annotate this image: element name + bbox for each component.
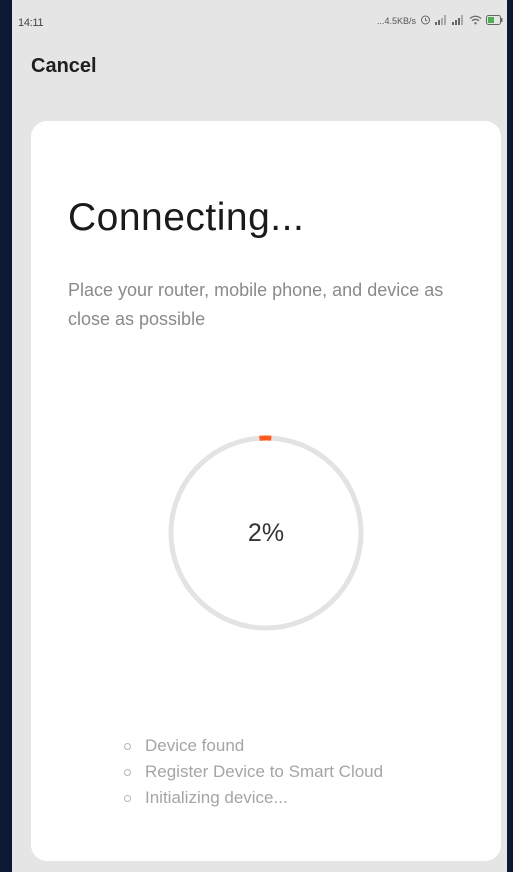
step-label: Register Device to Smart Cloud [145,762,384,781]
signal-icon [435,14,448,27]
status-icons: ...4.5KB/s [377,14,503,27]
step-label: Initializing device... [145,788,288,807]
connecting-card: Connecting... Place your router, mobile … [31,121,501,861]
cancel-button[interactable]: Cancel [31,55,97,78]
network-speed: ...4.5KB/s [376,15,416,26]
app-screen: 14:11 ...4.5KB/s Cancel Connecting... Pl… [12,0,507,872]
status-bar: 14:11 ...4.5KB/s [12,0,507,40]
list-item: Initializing device... [124,785,383,811]
step-bullet-icon [124,742,131,750]
list-item: Register Device to Smart Cloud [124,759,383,785]
step-label: Device found [145,736,245,755]
wifi-icon [469,15,482,27]
signal-icon [452,14,465,27]
step-bullet-icon [124,768,131,776]
instruction-text: Place your router, mobile phone, and dev… [68,280,444,329]
list-item: Device found [124,733,383,759]
alarm-icon [420,14,431,27]
status-time: 14:11 [18,17,44,29]
progress-percent: 2% [247,518,285,547]
step-bullet-icon [124,794,131,802]
page-title: Connecting... [68,196,305,239]
battery-icon [486,14,503,27]
connection-steps-list: Device found Register Device to Smart Cl… [124,733,383,811]
